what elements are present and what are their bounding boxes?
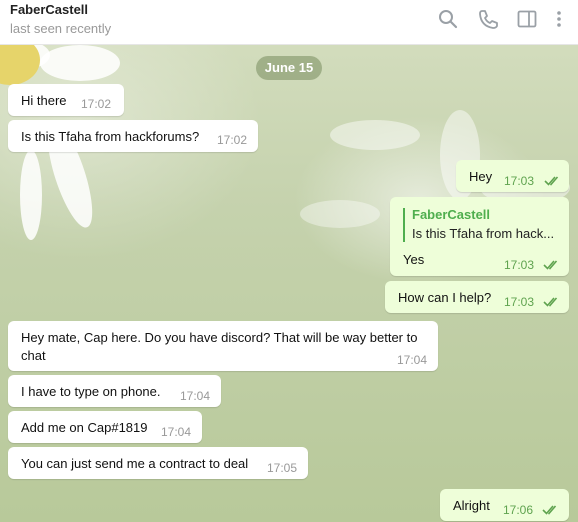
message-bubble-outgoing[interactable]: FaberCastell Is this Tfaha from hack... … xyxy=(390,197,569,276)
read-checkmarks-icon xyxy=(544,176,559,186)
message-bubble-incoming[interactable]: Is this Tfaha from hackforums? 17:02 xyxy=(8,120,258,152)
message-time: 17:04 xyxy=(180,389,211,403)
reply-author[interactable]: FaberCastell xyxy=(412,207,490,222)
message-text: Alright xyxy=(453,498,490,513)
message-time: 17:03 xyxy=(504,258,535,272)
read-checkmarks-icon xyxy=(542,505,557,515)
message-text: Add me on Cap#1819 xyxy=(21,420,148,435)
message-time: 17:02 xyxy=(81,97,112,111)
search-icon[interactable] xyxy=(437,8,459,30)
message-text: How can I help? xyxy=(398,290,492,305)
message-text: Yes xyxy=(403,252,425,267)
reply-quote-bar xyxy=(403,208,405,242)
daisy-petal xyxy=(330,120,420,150)
message-text: Hey mate, Cap here. Do you have discord?… xyxy=(21,330,418,363)
message-time: 17:05 xyxy=(267,461,298,475)
daisy-petal xyxy=(40,45,120,81)
message-text: You can just send me a contract to deal xyxy=(21,456,249,471)
message-bubble-outgoing[interactable]: Hey 17:03 xyxy=(456,160,569,192)
message-time: 17:04 xyxy=(161,425,192,439)
read-checkmarks-icon xyxy=(543,260,558,270)
message-text: Is this Tfaha from hackforums? xyxy=(21,129,200,144)
message-text: I have to type on phone. xyxy=(21,384,161,399)
message-time: 17:04 xyxy=(397,353,428,367)
chat-header: FaberCastell last seen recently xyxy=(0,0,578,45)
read-checkmarks-icon xyxy=(543,297,558,307)
message-time: 17:06 xyxy=(503,503,534,517)
message-bubble-incoming[interactable]: Add me on Cap#1819 17:04 xyxy=(8,411,202,443)
message-time: 17:03 xyxy=(504,295,535,309)
message-bubble-incoming[interactable]: Hey mate, Cap here. Do you have discord?… xyxy=(8,321,438,371)
message-bubble-incoming[interactable]: You can just send me a contract to deal … xyxy=(8,447,308,479)
message-bubble-incoming[interactable]: Hi there 17:02 xyxy=(8,84,124,116)
message-bubble-incoming[interactable]: I have to type on phone. 17:04 xyxy=(8,375,221,407)
message-time: 17:03 xyxy=(504,174,535,188)
message-bubble-outgoing[interactable]: How can I help? 17:03 xyxy=(385,281,569,313)
message-time: 17:02 xyxy=(217,133,248,147)
daisy-petal xyxy=(300,200,380,228)
phone-icon[interactable] xyxy=(477,8,499,30)
message-text: Hi there xyxy=(21,93,67,108)
message-text: Hey xyxy=(469,169,493,184)
date-separator: June 15 xyxy=(256,56,322,80)
sidebar-icon[interactable] xyxy=(516,8,538,30)
chat-title[interactable]: FaberCastell xyxy=(10,2,88,17)
daisy-petal xyxy=(20,150,42,240)
more-icon[interactable] xyxy=(552,8,566,30)
message-bubble-outgoing[interactable]: Alright 17:06 xyxy=(440,489,569,521)
chat-status: last seen recently xyxy=(10,21,112,36)
reply-preview-text[interactable]: Is this Tfaha from hack... xyxy=(412,226,554,241)
